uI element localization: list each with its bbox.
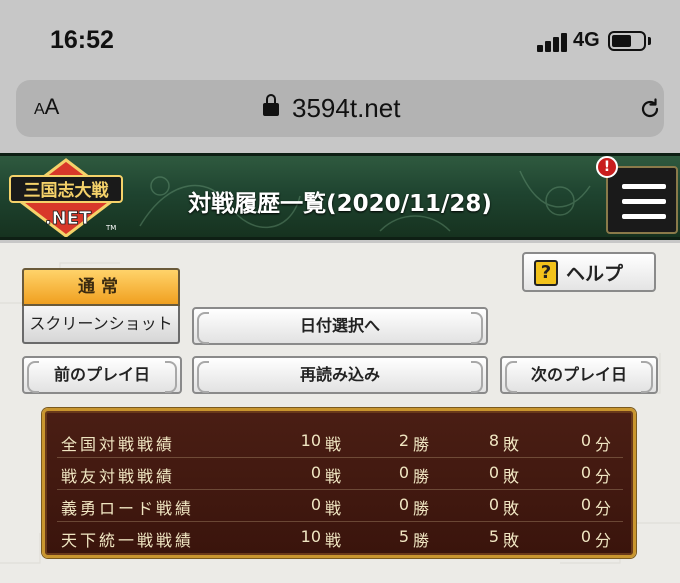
row-divider: [57, 457, 623, 458]
cellular-signal-icon: [537, 30, 569, 52]
next-play-day-button[interactable]: 次のプレイ日: [500, 356, 658, 394]
help-label: ヘルプ: [566, 263, 624, 285]
network-type: 4G: [573, 29, 600, 51]
page-title: 対戦履歴一覧(2020/11/28): [188, 191, 492, 217]
ios-status-bar: 16:52 4G: [0, 0, 680, 74]
sangokushi-taisen-logo: 三国志大戦 .NET TM: [9, 158, 123, 237]
stats-row-volunteer-road: 義勇ロード戦績 0 戦 0 勝 0 敗 0 分: [61, 495, 612, 518]
svg-text:三国志大戦: 三国志大戦: [24, 180, 110, 201]
reload-button[interactable]: 再読み込み: [192, 356, 488, 394]
lock-icon: [263, 94, 279, 117]
svg-text:TM: TM: [105, 224, 116, 232]
game-header: 三国志大戦 .NET TM 対戦履歴一覧(2020/11/28): [0, 153, 680, 240]
status-time: 16:52: [50, 26, 114, 54]
row-divider: [57, 521, 623, 522]
stats-row-comrade: 戦友対戦戦績 0 戦 0 勝 0 敗 0 分: [61, 463, 612, 486]
tab-normal[interactable]: 通常: [22, 268, 180, 306]
help-button[interactable]: ? ヘルプ: [522, 252, 656, 292]
tab-screenshot[interactable]: スクリーンショット: [22, 306, 180, 344]
question-mark-icon: ?: [534, 260, 558, 286]
svg-text:.NET: .NET: [45, 208, 92, 229]
row-divider: [57, 489, 623, 490]
reader-text-size-button[interactable]: AA: [34, 94, 59, 120]
hamburger-menu-button[interactable]: [606, 166, 678, 234]
stats-row-national: 全国対戦戦績 10 戦 2 勝 8 敗 0 分: [61, 431, 612, 454]
prev-play-day-button[interactable]: 前のプレイ日: [22, 356, 182, 394]
battle-record-panel: 全国対戦戦績 10 戦 2 勝 8 敗 0 分 戦友対戦戦績 0 戦 0 勝 0…: [42, 408, 636, 558]
reload-icon[interactable]: [638, 97, 662, 121]
battery-icon: [608, 31, 646, 51]
alert-badge: !: [596, 156, 618, 178]
battery-tip: [648, 37, 651, 45]
stats-row-unification: 天下統一戦戦績 10 戦 5 勝 5 敗 0 分: [61, 527, 612, 550]
date-select-button[interactable]: 日付選択へ: [192, 307, 488, 345]
address-bar[interactable]: AA 3594t.net: [16, 80, 664, 137]
url-text[interactable]: 3594t.net: [292, 93, 400, 124]
